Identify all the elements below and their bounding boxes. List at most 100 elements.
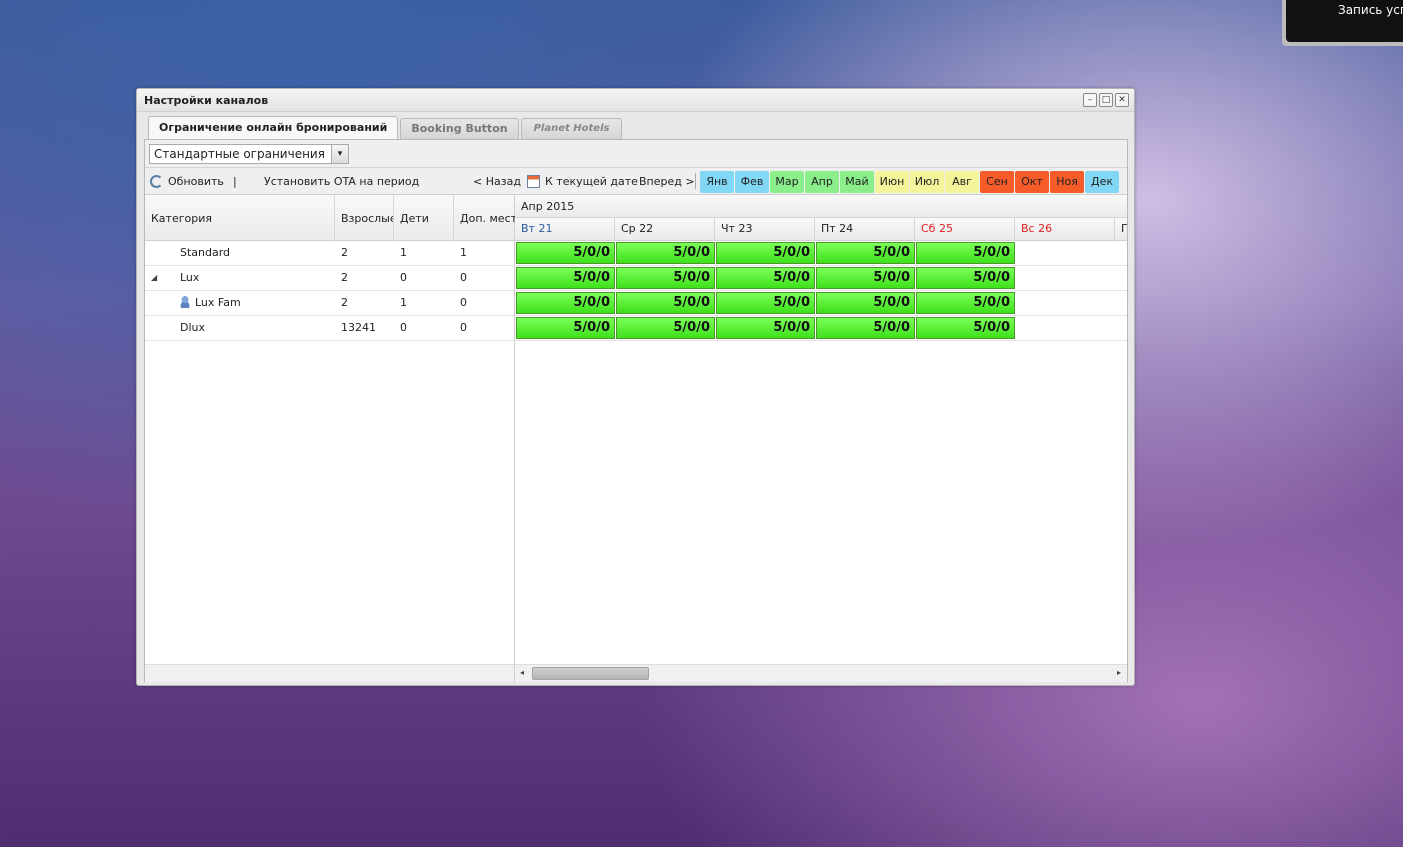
tab-bar: Ограничение онлайн бронирований Booking … [144,116,1128,140]
availability-cell[interactable]: 5/0/0 [916,242,1015,264]
month-button-6[interactable]: Июн [875,171,909,193]
minimize-icon[interactable]: – [1083,93,1097,107]
chevron-down-icon[interactable]: ▾ [331,145,348,163]
horizontal-scrollbar[interactable]: ◂ ▸ [515,664,1127,682]
availability-row: 5/0/0 5/0/0 5/0/0 5/0/0 5/0/0 [515,291,1127,316]
table-row[interactable]: Standard 2 1 1 [145,241,514,266]
adults-cell: 2 [341,246,348,259]
month-button-9[interactable]: Сен [980,171,1014,193]
refresh-button[interactable]: Обновить [150,175,224,188]
tab-booking-button[interactable]: Booking Button [400,118,519,139]
children-cell: 0 [400,321,407,334]
tab-planet-hotels[interactable]: Planet Hotels [520,118,623,139]
availability-cell[interactable]: 5/0/0 [816,317,915,339]
extra-cell: 1 [460,246,467,259]
availability-cell[interactable]: 5/0/0 [716,292,815,314]
tab-online-restrictions[interactable]: Ограничение онлайн бронирований [148,116,399,139]
month-button-7[interactable]: Июл [910,171,944,193]
day-header-6: Вс 26 [1015,218,1115,241]
forward-button[interactable]: Вперед > [639,175,695,188]
availability-cell[interactable]: 5/0/0 [616,317,715,339]
month-button-10[interactable]: Окт [1015,171,1049,193]
header-adults[interactable]: Взрослые [335,195,394,241]
day-header-5: Сб 25 [915,218,1015,241]
availability-cell[interactable]: 5/0/0 [916,292,1015,314]
channel-settings-window: Настройки каналов – □ ✕ Ограничение онла… [136,88,1135,686]
maximize-icon[interactable]: □ [1099,93,1113,107]
set-ota-button[interactable]: Установить OTA на период [264,175,419,188]
restriction-type-value: Стандартные ограничения [154,147,325,161]
adults-cell: 2 [341,271,348,284]
availability-cell[interactable]: 5/0/0 [516,292,615,314]
today-button[interactable]: К текущей дате [527,175,638,188]
month-button-11[interactable]: Ноя [1050,171,1084,193]
calendar-grid: Апр 2015 Вт 21 Ср 22 Чт 23 Пт 24 Сб 25 Вс 26 П… [515,195,1127,682]
expand-triangle-icon[interactable]: ◢ [151,266,157,290]
availability-cell[interactable]: 5/0/0 [816,242,915,264]
day-header-7: П [1115,218,1127,241]
adults-cell: 13241 [341,321,376,334]
day-header-2: Ср 22 [615,218,715,241]
window-title: Настройки каналов [144,94,269,107]
availability-cell[interactable]: 5/0/0 [516,317,615,339]
table-row[interactable]: Lux Fam 2 1 0 [145,291,514,316]
close-icon[interactable]: ✕ [1115,93,1129,107]
availability-row: 5/0/0 5/0/0 5/0/0 5/0/0 5/0/0 [515,266,1127,291]
availability-cell[interactable]: 5/0/0 [816,292,915,314]
month-button-3[interactable]: Мар [770,171,804,193]
availability-cell[interactable]: 5/0/0 [516,267,615,289]
category-label: Lux Fam [195,296,241,309]
day-header-1: Вт 21 [515,218,615,241]
extra-cell: 0 [460,271,467,284]
category-cell: Dlux [180,321,206,334]
calendar-day-header: Вт 21 Ср 22 Чт 23 Пт 24 Сб 25 Вс 26 П [515,218,1127,241]
window-header[interactable]: Настройки каналов – □ ✕ [137,89,1134,112]
availability-cell[interactable]: 5/0/0 [716,267,815,289]
left-scroll-area [145,664,514,682]
calendar-icon [527,175,540,188]
month-button-8[interactable]: Авг [945,171,979,193]
availability-cell[interactable]: 5/0/0 [816,267,915,289]
restriction-type-select[interactable]: Стандартные ограничения ▾ [149,144,349,164]
month-buttons: Янв Фев Мар Апр Май Июн Июл Авг Сен Окт Ноя Дек [700,171,1119,193]
window-body: Ограничение онлайн бронирований Booking … [144,116,1128,682]
availability-cell[interactable]: 5/0/0 [916,267,1015,289]
children-cell: 1 [400,296,407,309]
notification-toast: Запись успешно сохранена [1282,0,1403,46]
availability-cell[interactable]: 5/0/0 [516,242,615,264]
availability-cell[interactable]: 5/0/0 [616,267,715,289]
month-button-1[interactable]: Янв [700,171,734,193]
header-children[interactable]: Дети [394,195,454,241]
availability-cell[interactable]: 5/0/0 [616,292,715,314]
month-button-12[interactable]: Дек [1085,171,1119,193]
month-button-5[interactable]: Май [840,171,874,193]
availability-cell[interactable]: 5/0/0 [716,317,815,339]
availability-cell[interactable]: 5/0/0 [716,242,815,264]
combo-row: Стандартные ограничения ▾ [145,140,1127,168]
category-cell-sub: Lux Fam [174,291,247,316]
availability-rows: 5/0/0 5/0/0 5/0/0 5/0/0 5/0/0 5/0/0 5/0/0 5/0/0… [515,241,1127,341]
month-button-4[interactable]: Апр [805,171,839,193]
day-header-4: Пт 24 [815,218,915,241]
availability-row: 5/0/0 5/0/0 5/0/0 5/0/0 5/0/0 [515,316,1127,341]
back-button[interactable]: < Назад [473,175,521,188]
toolbar-divider [695,173,696,189]
month-button-2[interactable]: Фев [735,171,769,193]
calendar-month: Апр 2015 [515,195,1127,218]
scroll-right-icon[interactable]: ▸ [1117,668,1121,677]
table-row[interactable]: Dlux 13241 0 0 [145,316,514,341]
adults-cell: 2 [341,296,348,309]
window-tools: – □ ✕ [1083,93,1129,107]
availability-cell[interactable]: 5/0/0 [616,242,715,264]
availability-row: 5/0/0 5/0/0 5/0/0 5/0/0 5/0/0 [515,241,1127,266]
notification-text: Запись успешно сохранена [1286,0,1403,42]
refresh-label: Обновить [168,175,224,188]
toolbar: Обновить | Установить OTA на период < На… [145,168,1127,195]
table-row[interactable]: ◢ Lux 2 0 0 [145,266,514,291]
category-grid: Категория Взрослые Дети Доп. мест Standa… [145,195,515,682]
scroll-thumb[interactable] [532,667,649,680]
header-extra[interactable]: Доп. мест [454,195,515,241]
header-category[interactable]: Категория [145,195,335,241]
availability-cell[interactable]: 5/0/0 [916,317,1015,339]
scroll-left-icon[interactable]: ◂ [520,668,524,677]
